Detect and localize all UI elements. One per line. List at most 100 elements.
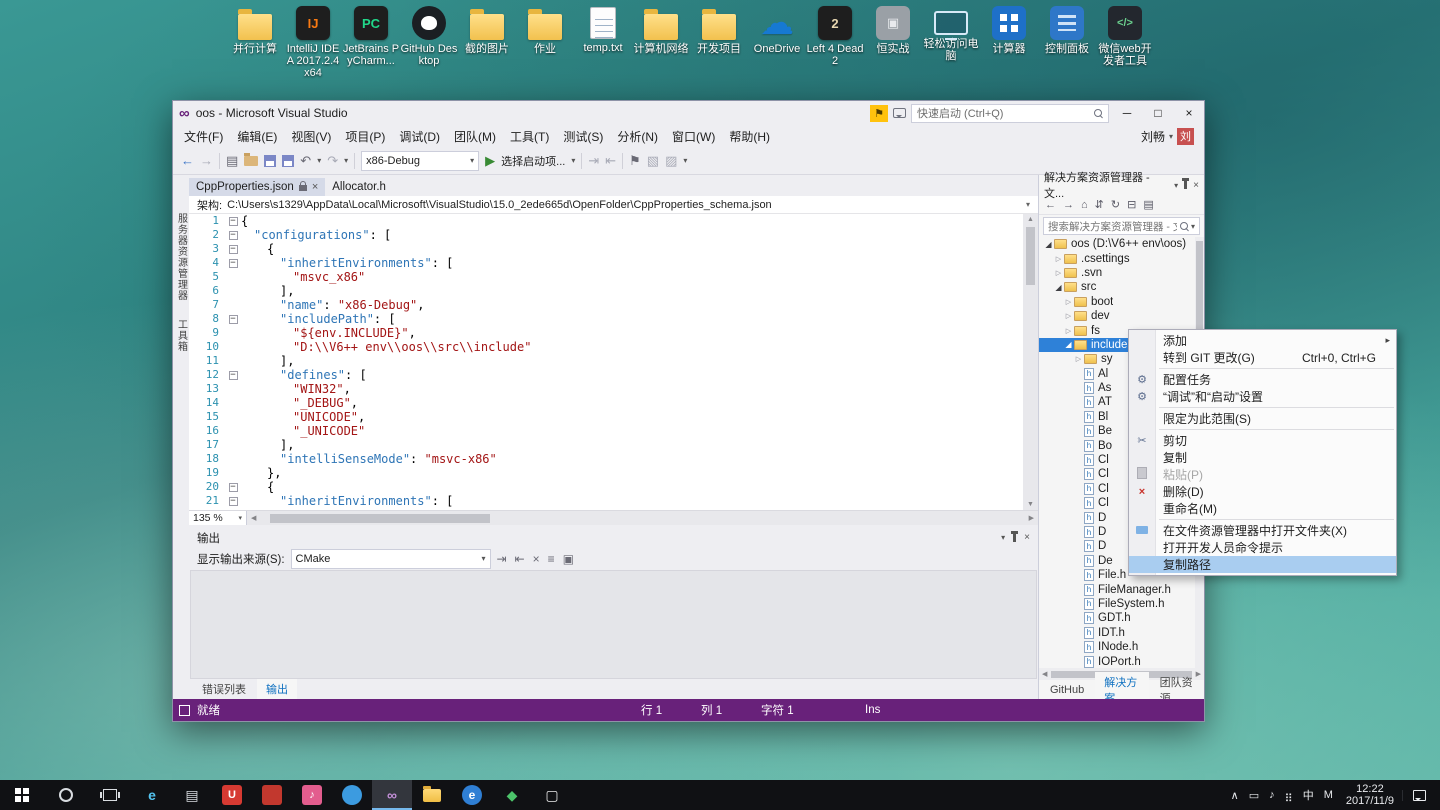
desktop-icon-parallel-computing[interactable]: 并行计算 (226, 6, 284, 79)
context-menu-item[interactable]: ⚙配置任务 (1129, 371, 1396, 388)
startup-item-dropdown[interactable]: 选择启动项... (501, 153, 565, 169)
fold-collapse-icon[interactable]: − (229, 245, 238, 254)
menu-item[interactable]: 帮助(H) (722, 126, 777, 147)
taskbar-app-visual-studio[interactable]: ∞ (372, 780, 412, 810)
taskbar-app-browser[interactable]: e (452, 780, 492, 810)
fold-collapse-icon[interactable]: − (229, 231, 238, 240)
expander-icon[interactable]: ▷ (1063, 327, 1074, 335)
close-tab-icon[interactable]: × (312, 181, 318, 193)
expander-icon[interactable]: ▷ (1063, 312, 1074, 320)
user-avatar[interactable]: 刘 (1177, 128, 1194, 145)
action-center-button[interactable] (1402, 790, 1436, 801)
cortana-button[interactable] (44, 780, 88, 810)
solution-config-dropdown[interactable]: x86-Debug ▾ (361, 151, 479, 171)
scroll-left-icon[interactable]: ◀ (247, 514, 260, 522)
taskbar-app-qq[interactable] (332, 780, 372, 810)
breadcrumb-path[interactable]: C:\Users\s1329\AppData\Local\Microsoft\V… (227, 199, 772, 211)
taskbar-app-app-green[interactable]: ◆ (492, 780, 532, 810)
desktop-icon-temp-txt[interactable]: temp.txt (574, 6, 632, 79)
context-menu-item[interactable]: 打开开发人员命令提示 (1129, 539, 1396, 556)
desktop-icon-github-desktop[interactable]: GitHub Desktop (400, 6, 458, 79)
solution-search[interactable]: 搜索解决方案资源管理器 - 文件 ▾ (1039, 215, 1204, 237)
tree-item[interactable]: ▷dev (1039, 309, 1204, 323)
desktop-icon-wechat-devtools[interactable]: </>微信web开发者工具 (1096, 6, 1154, 79)
scroll-up-icon[interactable]: ▲ (1027, 214, 1034, 225)
fold-collapse-icon[interactable]: − (229, 315, 238, 324)
menu-item[interactable]: 文件(F) (177, 126, 230, 147)
close-panel-icon[interactable]: × (1193, 180, 1199, 191)
save-icon[interactable] (264, 155, 276, 167)
tray-volume-icon[interactable]: ♪ (1264, 789, 1280, 801)
back-icon[interactable]: ← (1045, 199, 1056, 211)
save-all-icon[interactable] (282, 155, 294, 167)
start-debug-icon[interactable]: ▶ (485, 153, 495, 169)
taskbar-app-app-red[interactable] (252, 780, 292, 810)
expander-icon[interactable]: ▷ (1053, 255, 1064, 263)
navigate-forward-icon[interactable]: → (200, 153, 213, 168)
context-menu-item[interactable]: 添加▸ (1129, 332, 1396, 349)
tree-item[interactable]: ◢oos (D:\V6++ env\oos) (1039, 237, 1204, 251)
tray-hidden-icons-icon[interactable]: ∧ (1226, 789, 1244, 802)
desktop-icon-homework[interactable]: 作业 (516, 6, 574, 79)
menu-item[interactable]: 窗口(W) (665, 126, 722, 147)
taskbar-app-file-explorer[interactable] (412, 780, 452, 810)
minimize-button[interactable]: ─ (1114, 103, 1140, 123)
desktop-icon-control-panel[interactable]: 控制面板 (1038, 6, 1096, 79)
close-button[interactable]: × (1176, 103, 1202, 123)
taskbar-app-ie[interactable]: e (132, 780, 172, 810)
search-options-icon[interactable]: ▾ (1191, 222, 1195, 231)
fold-collapse-icon[interactable]: − (229, 483, 238, 492)
close-panel-icon[interactable]: × (1024, 532, 1030, 543)
user-name[interactable]: 刘畅 (1141, 128, 1165, 145)
breadcrumb-dropdown-icon[interactable]: ▾ (1026, 200, 1030, 209)
pin-icon[interactable] (1013, 534, 1016, 542)
tool-tab-错误列表[interactable]: 错误列表 (193, 679, 255, 699)
expander-icon[interactable]: ◢ (1063, 340, 1074, 349)
desktop-icon-app-shizhan[interactable]: ▣恒实战 (864, 6, 922, 79)
expander-icon[interactable]: ◢ (1053, 283, 1064, 292)
zoom-dropdown[interactable]: 135 % ▾ (189, 511, 247, 526)
scroll-left-icon[interactable]: ◀ (1042, 670, 1047, 678)
desktop-icon-computer-network[interactable]: 计算机网络 (632, 6, 690, 79)
word-wrap-icon[interactable]: ≡ (548, 552, 555, 566)
context-menu-item[interactable]: 复制 (1129, 449, 1396, 466)
editor-horizontal-scrollbar[interactable]: 135 % ▾ ◀ ▶ (189, 510, 1038, 525)
find-message-icon[interactable]: ⇥ (497, 552, 507, 566)
menu-item[interactable]: 编辑(E) (230, 126, 284, 147)
taskbar-app-app-u[interactable]: U (212, 780, 252, 810)
tree-item[interactable]: hIOPort.h (1039, 654, 1204, 668)
fold-collapse-icon[interactable]: − (229, 259, 238, 268)
tab-Allocator.h[interactable]: Allocator.h (325, 178, 393, 196)
task-view-button[interactable] (88, 780, 132, 810)
menu-item[interactable]: 测试(S) (556, 126, 610, 147)
taskbar-app-app-frame[interactable]: ▢ (532, 780, 572, 810)
collapse-all-icon[interactable]: ⊟ (1127, 198, 1136, 211)
open-file-icon[interactable] (244, 156, 258, 166)
new-file-icon[interactable]: ▤ (226, 153, 238, 169)
scroll-down-icon[interactable]: ▼ (1027, 499, 1034, 510)
tree-item[interactable]: hFileSystem.h (1039, 597, 1204, 611)
quick-launch-input[interactable]: 快速启动 (Ctrl+Q) (911, 104, 1109, 123)
clear-all-icon[interactable]: × (533, 552, 540, 566)
explorer-tab-GitHub[interactable]: GitHub (1041, 682, 1093, 698)
menu-item[interactable]: 团队(M) (447, 126, 503, 147)
tree-item[interactable]: hIDT.h (1039, 626, 1204, 640)
menu-item[interactable]: 工具(T) (503, 126, 556, 147)
menu-item[interactable]: 视图(V) (284, 126, 338, 147)
tray-display-icon[interactable]: ▭ (1244, 789, 1264, 802)
context-menu-item[interactable]: 转到 GIT 更改(G)Ctrl+0, Ctrl+G (1129, 349, 1396, 366)
fold-collapse-icon[interactable]: − (229, 371, 238, 380)
toolbar-overflow-icon[interactable]: ▾ (683, 156, 687, 165)
tree-item[interactable]: ▷.svn (1039, 266, 1204, 280)
server-explorer-vtab[interactable]: 服务器资源管理器 (174, 213, 189, 301)
navigate-back-icon[interactable]: ← (181, 153, 194, 168)
desktop-icon-pycharm[interactable]: PCJetBrains PyCharm... (342, 6, 400, 79)
menu-item[interactable]: 调试(D) (392, 126, 447, 147)
expander-icon[interactable]: ▷ (1053, 269, 1064, 277)
pin-icon[interactable] (1184, 181, 1187, 189)
window-position-dropdown-icon[interactable]: ▾ (1174, 181, 1178, 190)
tab-CppProperties.json[interactable]: CppProperties.json× (189, 178, 325, 196)
context-menu-item[interactable]: ⚙“调试”和“启动”设置 (1129, 388, 1396, 405)
tray-ime-mode-icon[interactable]: M (1319, 789, 1338, 801)
code-editor[interactable]: 1−{2−"configurations": [3−{4−"inheritEnv… (189, 214, 1038, 510)
